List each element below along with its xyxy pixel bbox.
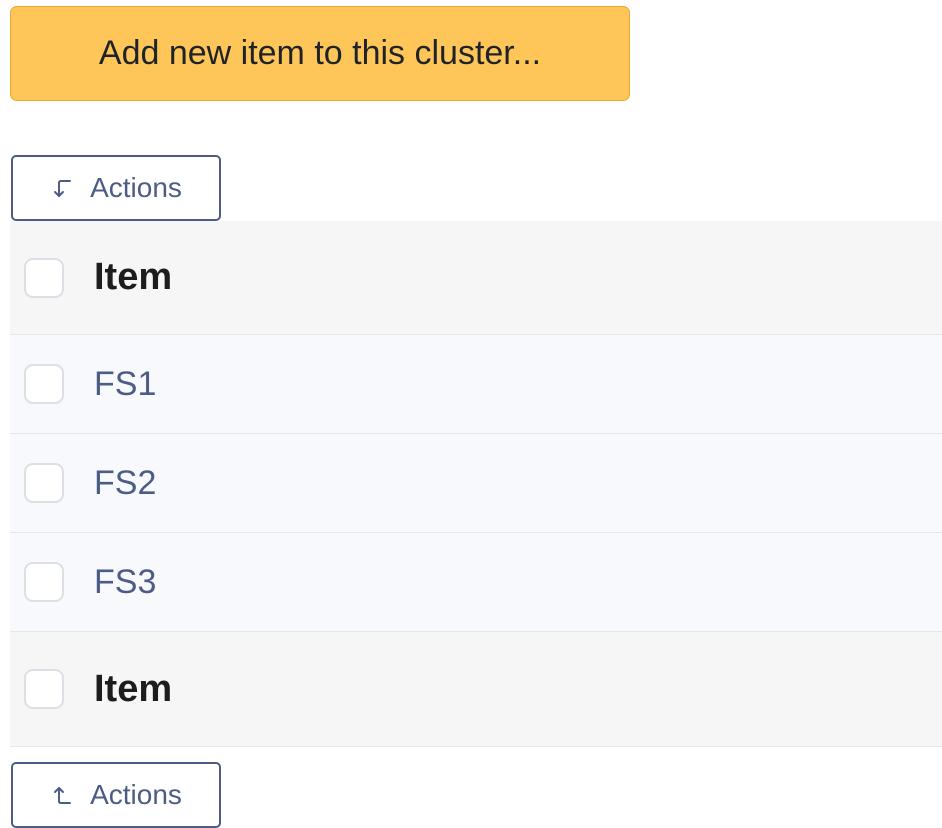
actions-button-bottom[interactable]: Actions [11,762,221,828]
actions-label: Actions [90,779,182,810]
item-link[interactable]: FS2 [94,464,156,503]
select-all-checkbox-footer[interactable] [24,669,64,709]
actions-button-top[interactable]: Actions [11,155,221,221]
add-new-item-button[interactable]: Add new item to this cluster... [10,6,630,101]
select-all-checkbox[interactable] [24,257,64,298]
item-link[interactable]: FS1 [94,365,156,404]
table-row: FS2 [10,434,942,533]
row-checkbox[interactable] [24,463,64,503]
column-footer-item: Item [94,667,173,710]
corner-down-left-icon [50,176,74,200]
corner-up-left-icon [50,783,74,807]
row-checkbox[interactable] [24,562,64,602]
row-checkbox[interactable] [24,364,64,404]
table-row: FS1 [10,335,942,434]
table-row: FS3 [10,533,942,632]
table-header-row: Item [10,221,942,335]
item-link[interactable]: FS3 [94,563,156,602]
items-table: Item FS1 FS2 FS3 Item [10,221,942,747]
table-footer-row: Item [10,632,942,747]
column-header-item: Item [94,256,173,298]
actions-label: Actions [90,172,182,203]
